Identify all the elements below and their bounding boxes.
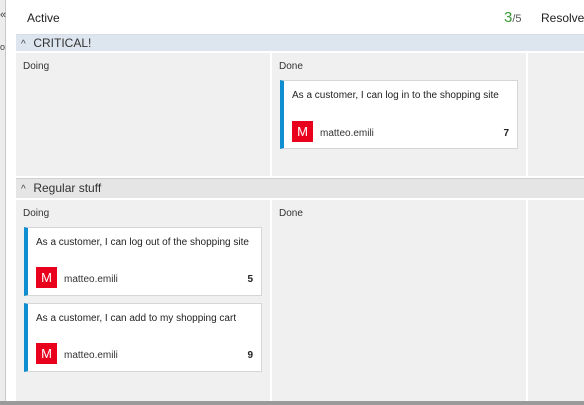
wip-count-limit: /5: [512, 13, 522, 25]
avatar: M: [36, 343, 57, 364]
frame-marker: o: [0, 42, 6, 52]
assignee-name: matteo.emili: [64, 274, 118, 285]
swimlane-header-regular[interactable]: ^ Regular stuff: [16, 178, 584, 198]
cell-regular-doing: Doing As a customer, I can log out of th…: [16, 200, 270, 401]
estimate-value: 9: [247, 350, 253, 361]
left-frame-edge: « o: [0, 0, 6, 405]
column-label-doing: Doing: [23, 208, 50, 219]
avatar: M: [36, 267, 57, 288]
swimlane-title: Regular stuff: [33, 181, 102, 195]
assignee-name: matteo.emili: [64, 350, 118, 361]
avatar: M: [292, 121, 313, 142]
bottom-frame-edge: [0, 401, 584, 405]
column-label-doing: Doing: [23, 61, 50, 72]
cell-regular-resolved: [528, 200, 584, 401]
cell-critical-resolved: [528, 53, 584, 176]
cell-critical-done: Done As a customer, I can log in to the …: [272, 53, 526, 176]
work-item-card[interactable]: As a customer, I can add to my shopping …: [24, 303, 262, 372]
column-header-resolved: Resolved: [541, 11, 584, 25]
card-title[interactable]: As a customer, I can add to my shopping …: [36, 313, 236, 324]
swimlane-header-critical[interactable]: ^ CRITICAL!: [16, 34, 584, 51]
chevron-up-icon[interactable]: ^: [21, 37, 30, 53]
column-label-done: Done: [279, 208, 303, 219]
column-label-done: Done: [279, 61, 303, 72]
cell-regular-done: Done: [272, 200, 526, 401]
assignee-name: matteo.emili: [320, 128, 374, 139]
cell-critical-doing: Doing: [16, 53, 270, 176]
chevron-up-icon[interactable]: ^: [21, 180, 30, 199]
work-item-card[interactable]: As a customer, I can log in to the shopp…: [280, 80, 518, 149]
card-title[interactable]: As a customer, I can log in to the shopp…: [292, 90, 499, 101]
wip-count: 3/5: [504, 9, 522, 26]
estimate-value: 7: [503, 128, 509, 139]
kanban-board: ^ CRITICAL! Doing Done As a customer, I …: [16, 34, 584, 401]
work-item-card[interactable]: As a customer, I can log out of the shop…: [24, 227, 262, 296]
board-header: Active 3/5 Resolved: [6, 0, 584, 34]
swimlane-title: CRITICAL!: [33, 36, 92, 50]
estimate-value: 5: [247, 274, 253, 285]
card-title[interactable]: As a customer, I can log out of the shop…: [36, 237, 249, 248]
column-header-active: Active: [27, 11, 60, 25]
